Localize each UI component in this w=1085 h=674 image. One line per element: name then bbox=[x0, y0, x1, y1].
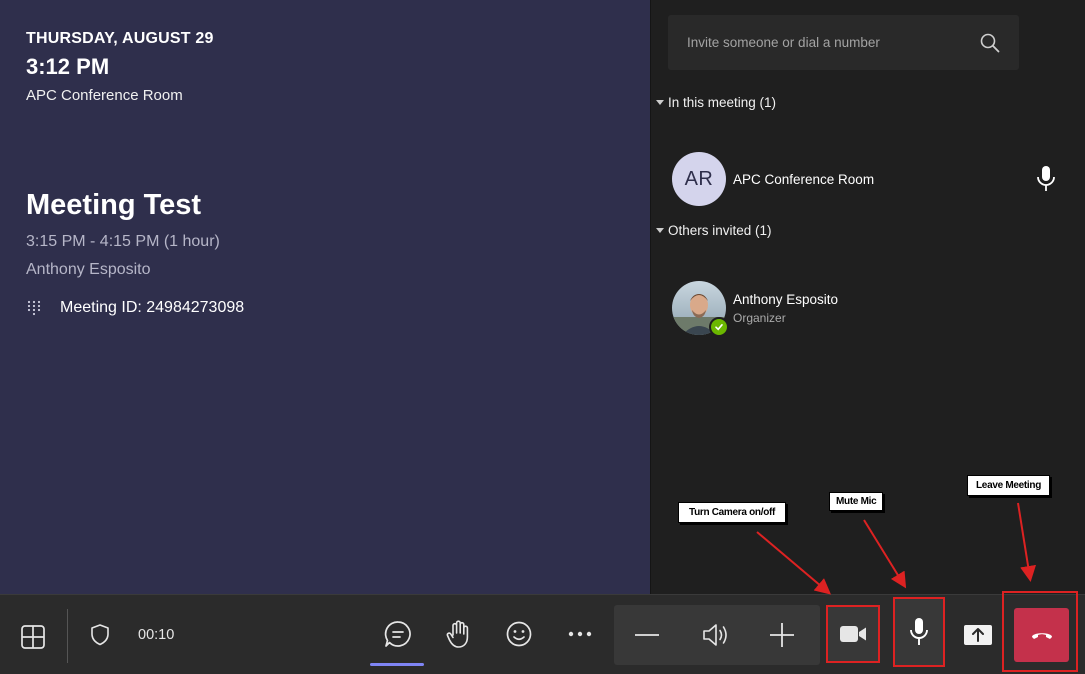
speaker-icon bbox=[700, 621, 730, 649]
share-icon bbox=[963, 624, 993, 646]
speaker-volume-button[interactable] bbox=[697, 617, 733, 653]
raise-hand-button[interactable] bbox=[440, 615, 476, 653]
grid-icon bbox=[20, 624, 46, 650]
plus-icon bbox=[769, 622, 795, 648]
caret-down-icon bbox=[656, 228, 664, 233]
meeting-id-row: Meeting ID: 24984273098 bbox=[26, 299, 244, 317]
meeting-title: Meeting Test bbox=[26, 189, 202, 221]
caret-down-icon bbox=[656, 100, 664, 105]
participant-role: Organizer bbox=[733, 310, 786, 325]
active-tab-indicator bbox=[370, 663, 424, 666]
meeting-info-pane: THURSDAY, AUGUST 29 3:12 PM APC Conferen… bbox=[0, 0, 650, 594]
leave-annotation-label: Leave Meeting bbox=[967, 475, 1051, 496]
camera-toggle-button[interactable] bbox=[826, 605, 880, 663]
current-time: 3:12 PM bbox=[26, 54, 110, 79]
invite-placeholder: Invite someone or dial a number bbox=[687, 35, 880, 50]
hang-up-icon bbox=[1030, 629, 1054, 641]
raise-hand-icon bbox=[445, 619, 471, 649]
date-label: THURSDAY, AUGUST 29 bbox=[26, 30, 214, 47]
leave-meeting-button[interactable] bbox=[1014, 608, 1069, 662]
participant-name: APC Conference Room bbox=[733, 171, 875, 187]
smile-icon bbox=[505, 620, 533, 648]
invite-search-input[interactable]: Invite someone or dial a number bbox=[668, 15, 1019, 70]
minus-icon bbox=[634, 633, 660, 637]
participant-name: Anthony Esposito bbox=[733, 291, 839, 307]
meeting-organizer: Anthony Esposito bbox=[26, 261, 151, 278]
call-timer: 00:10 bbox=[138, 627, 175, 643]
dialpad-icon bbox=[26, 300, 42, 316]
meeting-id: Meeting ID: 24984273098 bbox=[60, 299, 245, 316]
more-icon bbox=[567, 630, 593, 638]
others-invited-header: Others invited (1) bbox=[668, 223, 772, 238]
more-options-button[interactable] bbox=[562, 615, 598, 653]
chat-button[interactable] bbox=[375, 615, 421, 653]
participant-item[interactable]: Anthony Esposito Organizer bbox=[672, 281, 839, 337]
others-invited-section-toggle[interactable]: Others invited (1) bbox=[656, 223, 772, 238]
volume-up-button[interactable] bbox=[764, 617, 800, 653]
avatar: AR bbox=[672, 152, 726, 206]
available-status-icon bbox=[709, 317, 729, 337]
toolbar-divider bbox=[67, 609, 68, 663]
in-meeting-header: In this meeting (1) bbox=[668, 95, 777, 110]
mic-annotation-label: Mute Mic bbox=[829, 492, 884, 511]
camera-icon bbox=[839, 624, 867, 644]
mute-mic-button[interactable] bbox=[893, 597, 945, 667]
avatar bbox=[672, 281, 729, 337]
microphone-icon[interactable] bbox=[1035, 165, 1057, 193]
volume-down-button[interactable] bbox=[630, 617, 664, 653]
layout-grid-button[interactable] bbox=[15, 619, 51, 655]
participant-item[interactable]: AR APC Conference Room bbox=[672, 152, 874, 206]
meeting-security-button[interactable] bbox=[84, 619, 116, 651]
microphone-icon bbox=[908, 617, 930, 647]
reactions-button[interactable] bbox=[501, 615, 537, 653]
meeting-time-range: 3:15 PM - 4:15 PM (1 hour) bbox=[26, 233, 220, 250]
room-name: APC Conference Room bbox=[26, 87, 183, 104]
share-screen-button[interactable] bbox=[958, 617, 998, 653]
chat-icon bbox=[383, 619, 413, 649]
call-toolbar: 00:10 bbox=[0, 591, 1085, 674]
camera-annotation-label: Turn Camera on/off bbox=[678, 502, 787, 523]
shield-icon bbox=[89, 623, 111, 647]
in-meeting-section-toggle[interactable]: In this meeting (1) bbox=[656, 95, 776, 110]
search-icon[interactable] bbox=[979, 32, 1001, 54]
